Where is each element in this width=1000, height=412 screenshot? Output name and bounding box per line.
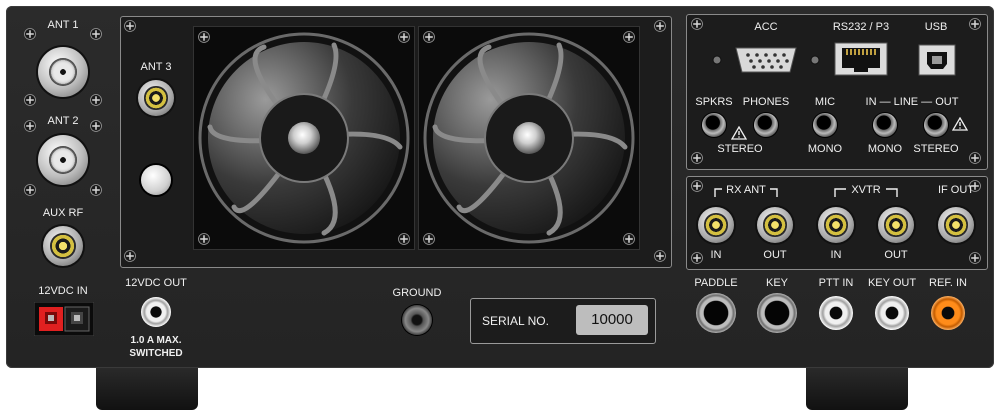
screw-icon	[654, 20, 666, 32]
phones-label: PHONES	[742, 96, 790, 108]
stereo-label-1: STEREO	[717, 143, 763, 155]
screw-icon	[969, 252, 981, 264]
rx-in-label: IN	[710, 249, 722, 261]
dc-out-label: 12VDC OUT	[125, 277, 187, 289]
screw-icon	[90, 28, 102, 40]
stereo-label-2: STEREO	[913, 143, 959, 155]
screw-icon	[90, 120, 102, 132]
rx-out-label: OUT	[763, 249, 787, 261]
dc-out-note-line1: 1.0 A MAX.	[130, 335, 182, 346]
screw-icon	[691, 152, 703, 164]
screw-icon	[969, 152, 981, 164]
spkrs-jack[interactable]	[702, 113, 726, 137]
fan-icon	[419, 27, 639, 249]
screw-icon	[654, 250, 666, 262]
dc-out-note-line2: SWITCHED	[129, 348, 183, 359]
xvtr-in-label: IN	[830, 249, 842, 261]
ground-terminal[interactable]	[402, 305, 432, 335]
spkrs-label: SPKRS	[695, 96, 733, 108]
ptt-in-label: PTT IN	[818, 277, 854, 289]
key-label: KEY	[765, 277, 789, 289]
fan-icon	[194, 27, 414, 249]
rs232-label: RS232 / P3	[832, 21, 890, 33]
screw-icon	[124, 250, 136, 262]
key-out-label: KEY OUT	[867, 277, 917, 289]
screw-icon	[90, 184, 102, 196]
aux-rf-label: AUX RF	[42, 207, 84, 219]
xvtr-in-connector[interactable]	[818, 207, 854, 243]
db15-connector-icon[interactable]	[710, 44, 822, 76]
ref-in-label: REF. IN	[929, 277, 967, 289]
dc-in-label: 12VDC IN	[38, 285, 88, 297]
mono-label-2: MONO	[867, 143, 903, 155]
usb-b-connector-icon[interactable]	[918, 44, 956, 76]
fan-1	[193, 26, 415, 250]
if-out-connector[interactable]	[938, 207, 974, 243]
screw-icon	[24, 120, 36, 132]
mic-label: MIC	[814, 96, 836, 108]
line-in-jack[interactable]	[873, 113, 897, 137]
acc-label: ACC	[754, 21, 778, 33]
screw-icon	[24, 184, 36, 196]
ground-label: GROUND	[392, 287, 442, 299]
dc-out-jack[interactable]	[141, 297, 171, 327]
screw-icon	[691, 252, 703, 264]
ant2-label: ANT 2	[47, 115, 79, 127]
serial-label: SERIAL NO.	[482, 314, 549, 328]
warning-icon	[731, 126, 747, 140]
screw-icon	[969, 18, 981, 30]
phones-jack[interactable]	[754, 113, 778, 137]
rj45-connector-icon[interactable]	[834, 42, 888, 76]
screw-icon	[691, 18, 703, 30]
ant3-connector[interactable]	[138, 80, 174, 116]
ptt-in-jack[interactable]	[819, 296, 853, 330]
ant1-connector[interactable]	[38, 47, 88, 97]
rx-ant-out-connector[interactable]	[757, 207, 793, 243]
screw-icon	[124, 20, 136, 32]
line-label: IN — LINE — OUT	[865, 96, 959, 108]
usb-label: USB	[924, 21, 948, 33]
warning-icon	[952, 117, 968, 131]
line-out-jack[interactable]	[924, 113, 948, 137]
fan-2	[418, 26, 640, 250]
mono-label-1: MONO	[807, 143, 843, 155]
ant3-label: ANT 3	[140, 61, 172, 73]
ant1-label: ANT 1	[47, 19, 79, 31]
power-connector-icon[interactable]	[34, 302, 94, 336]
key-out-jack[interactable]	[875, 296, 909, 330]
indicator-light	[141, 165, 171, 195]
aux-rf-connector[interactable]	[43, 226, 83, 266]
key-jack[interactable]	[757, 293, 797, 333]
mic-jack[interactable]	[813, 113, 837, 137]
xvtr-label: XVTR	[851, 184, 881, 196]
if-out-label: IF OUT	[937, 184, 975, 196]
xvtr-out-label: OUT	[884, 249, 908, 261]
rx-ant-in-connector[interactable]	[698, 207, 734, 243]
paddle-jack[interactable]	[696, 293, 736, 333]
xvtr-out-connector[interactable]	[878, 207, 914, 243]
serial-value: 10000	[576, 305, 648, 335]
screw-icon	[24, 94, 36, 106]
right-foot	[806, 368, 908, 410]
screw-icon	[90, 94, 102, 106]
paddle-label: PADDLE	[694, 277, 738, 289]
rx-ant-label: RX ANT	[726, 184, 766, 196]
screw-icon	[691, 180, 703, 192]
left-foot	[96, 368, 198, 410]
screw-icon	[24, 28, 36, 40]
ant2-connector[interactable]	[38, 135, 88, 185]
ref-in-jack[interactable]	[931, 296, 965, 330]
